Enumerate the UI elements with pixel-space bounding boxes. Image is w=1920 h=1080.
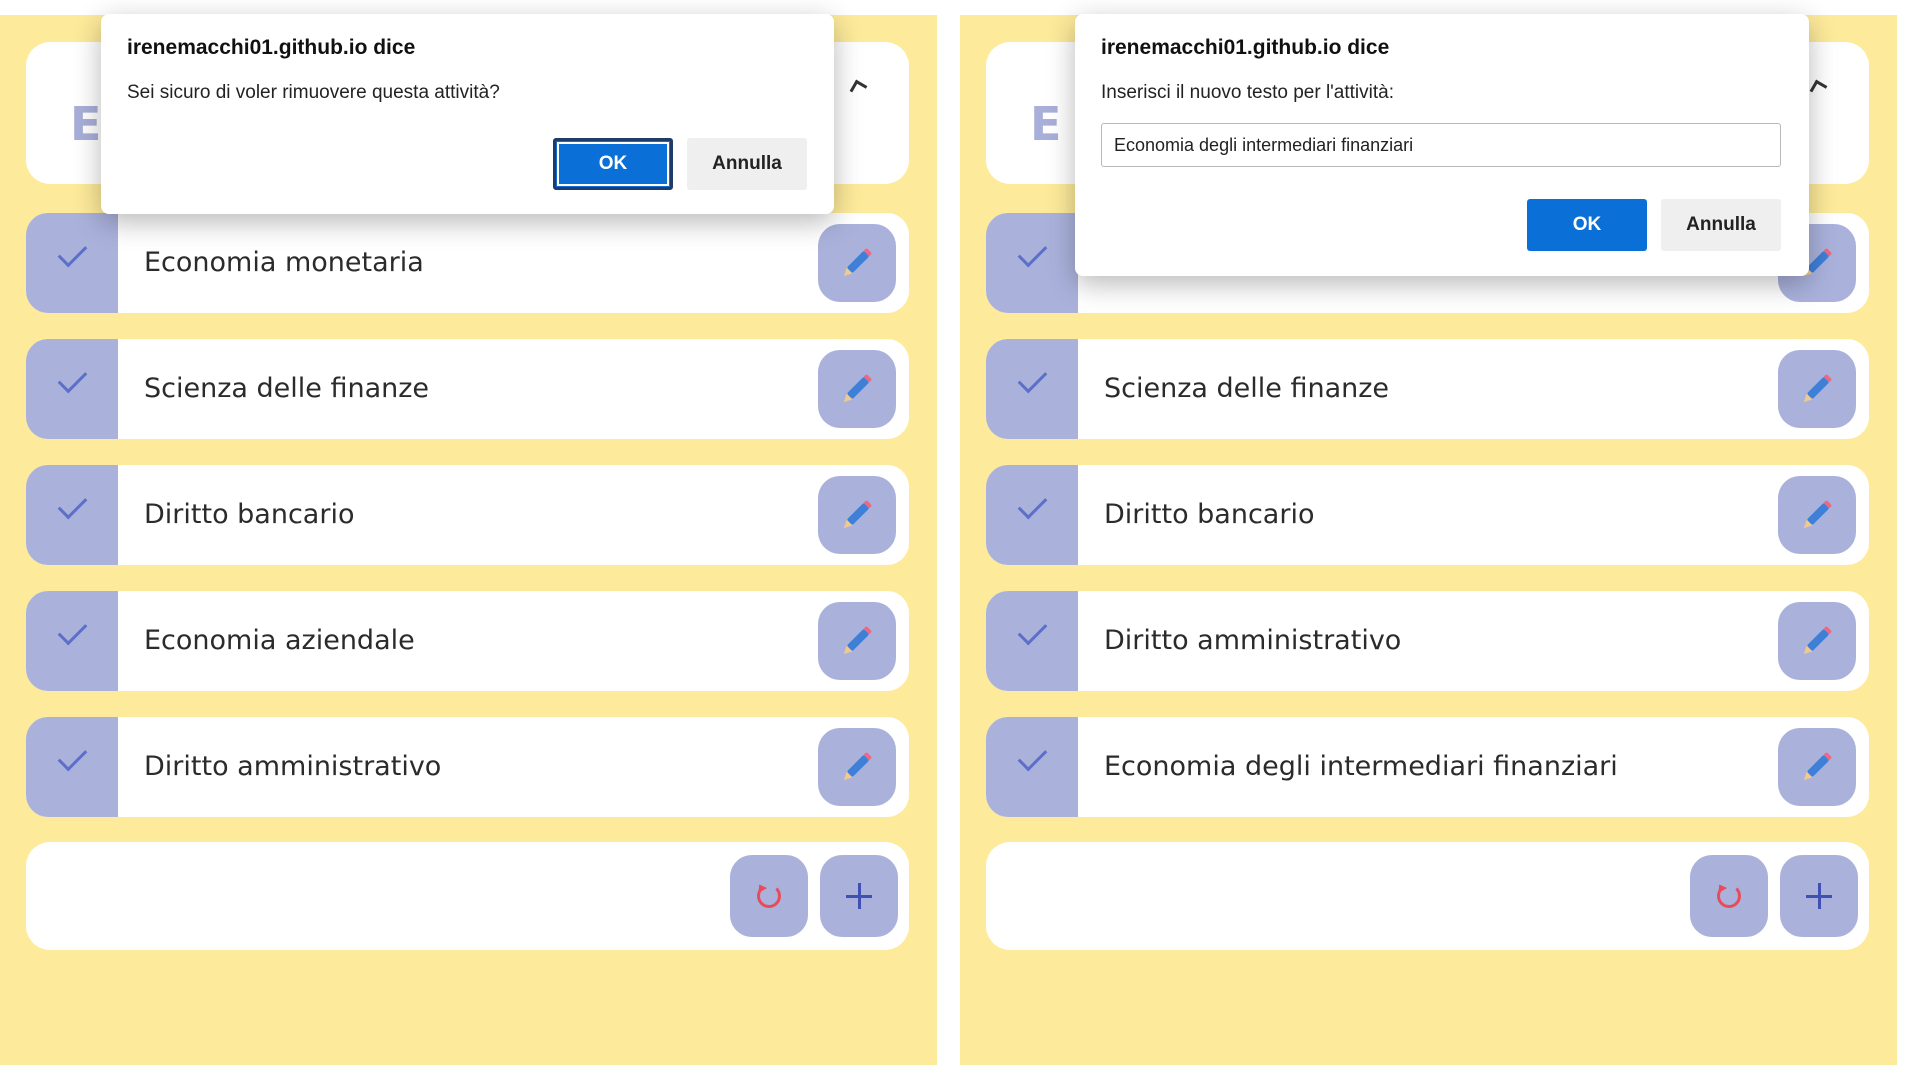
footer-card (986, 842, 1869, 950)
edit-task-button[interactable] (1778, 728, 1856, 806)
complete-task-button[interactable] (26, 717, 118, 817)
check-icon (57, 363, 88, 394)
edit-task-button[interactable] (1778, 476, 1856, 554)
app-title: E (70, 97, 102, 151)
edit-task-button[interactable] (818, 350, 896, 428)
task-label: Scienza delle finanze (144, 373, 430, 404)
pencil-icon (1806, 628, 1830, 652)
task-item: Scienza delle finanze (986, 339, 1869, 439)
complete-task-button[interactable] (986, 213, 1078, 313)
check-icon (1017, 363, 1048, 394)
edit-task-button[interactable] (1778, 350, 1856, 428)
caret-icon (849, 79, 868, 98)
complete-task-button[interactable] (26, 465, 118, 565)
plus-icon (846, 883, 872, 909)
reset-button[interactable] (1690, 855, 1768, 937)
prompt-dialog: irenemacchi01.github.io dice Inserisci i… (1075, 14, 1809, 276)
complete-task-button[interactable] (986, 465, 1078, 565)
ok-button[interactable]: OK (1527, 199, 1647, 251)
task-text-input[interactable] (1101, 123, 1781, 167)
task-label: Diritto amministrativo (1104, 625, 1402, 656)
check-icon (57, 237, 88, 268)
pencil-icon (1806, 250, 1830, 274)
reset-icon (757, 884, 781, 908)
check-icon (57, 489, 88, 520)
cancel-button[interactable]: Annulla (1661, 199, 1781, 251)
task-label: Diritto amministrativo (144, 751, 442, 782)
plus-icon (1806, 883, 1832, 909)
pencil-icon (1806, 376, 1830, 400)
task-item: Diritto amministrativo (986, 591, 1869, 691)
pencil-icon (846, 250, 870, 274)
task-item: Economia aziendale (26, 591, 909, 691)
cancel-button[interactable]: Annulla (687, 138, 807, 190)
complete-task-button[interactable] (26, 213, 118, 313)
dialog-message: Sei sicuro di voler rimuovere questa att… (127, 82, 500, 103)
task-item: Diritto bancario (26, 465, 909, 565)
check-icon (57, 615, 88, 646)
edit-task-button[interactable] (818, 476, 896, 554)
task-label: Economia monetaria (144, 247, 424, 278)
task-item: Scienza delle finanze (26, 339, 909, 439)
complete-task-button[interactable] (986, 339, 1078, 439)
caret-icon (1809, 79, 1828, 98)
task-label: Diritto bancario (144, 499, 355, 530)
task-item: Economia monetaria (26, 213, 909, 313)
edit-task-button[interactable] (818, 602, 896, 680)
check-icon (57, 741, 88, 772)
task-label: Diritto bancario (1104, 499, 1315, 530)
add-task-button[interactable] (820, 855, 898, 937)
pencil-icon (846, 628, 870, 652)
complete-task-button[interactable] (986, 591, 1078, 691)
pencil-icon (846, 502, 870, 526)
confirm-dialog: irenemacchi01.github.io dice Sei sicuro … (101, 14, 834, 214)
pencil-icon (1806, 502, 1830, 526)
edit-task-button[interactable] (818, 728, 896, 806)
dialog-title: irenemacchi01.github.io dice (127, 36, 416, 59)
pencil-icon (846, 376, 870, 400)
check-icon (1017, 489, 1048, 520)
task-label: Economia degli intermediari finanziari (1104, 751, 1618, 782)
check-icon (1017, 237, 1048, 268)
reset-icon (1717, 884, 1741, 908)
reset-button[interactable] (730, 855, 808, 937)
footer-card (26, 842, 909, 950)
dialog-title: irenemacchi01.github.io dice (1101, 36, 1390, 59)
dialog-message: Inserisci il nuovo testo per l'attività: (1101, 82, 1394, 103)
complete-task-button[interactable] (26, 339, 118, 439)
check-icon (1017, 615, 1048, 646)
task-label: Scienza delle finanze (1104, 373, 1390, 404)
task-label: Economia aziendale (144, 625, 415, 656)
check-icon (1017, 741, 1048, 772)
complete-task-button[interactable] (986, 717, 1078, 817)
complete-task-button[interactable] (26, 591, 118, 691)
pencil-icon (1806, 754, 1830, 778)
pencil-icon (846, 754, 870, 778)
task-item: Diritto amministrativo (26, 717, 909, 817)
ok-button[interactable]: OK (553, 138, 673, 190)
edit-task-button[interactable] (818, 224, 896, 302)
add-task-button[interactable] (1780, 855, 1858, 937)
edit-task-button[interactable] (1778, 602, 1856, 680)
app-title: E (1030, 97, 1062, 151)
task-item: Diritto bancario (986, 465, 1869, 565)
task-item: Economia degli intermediari finanziari (986, 717, 1869, 817)
